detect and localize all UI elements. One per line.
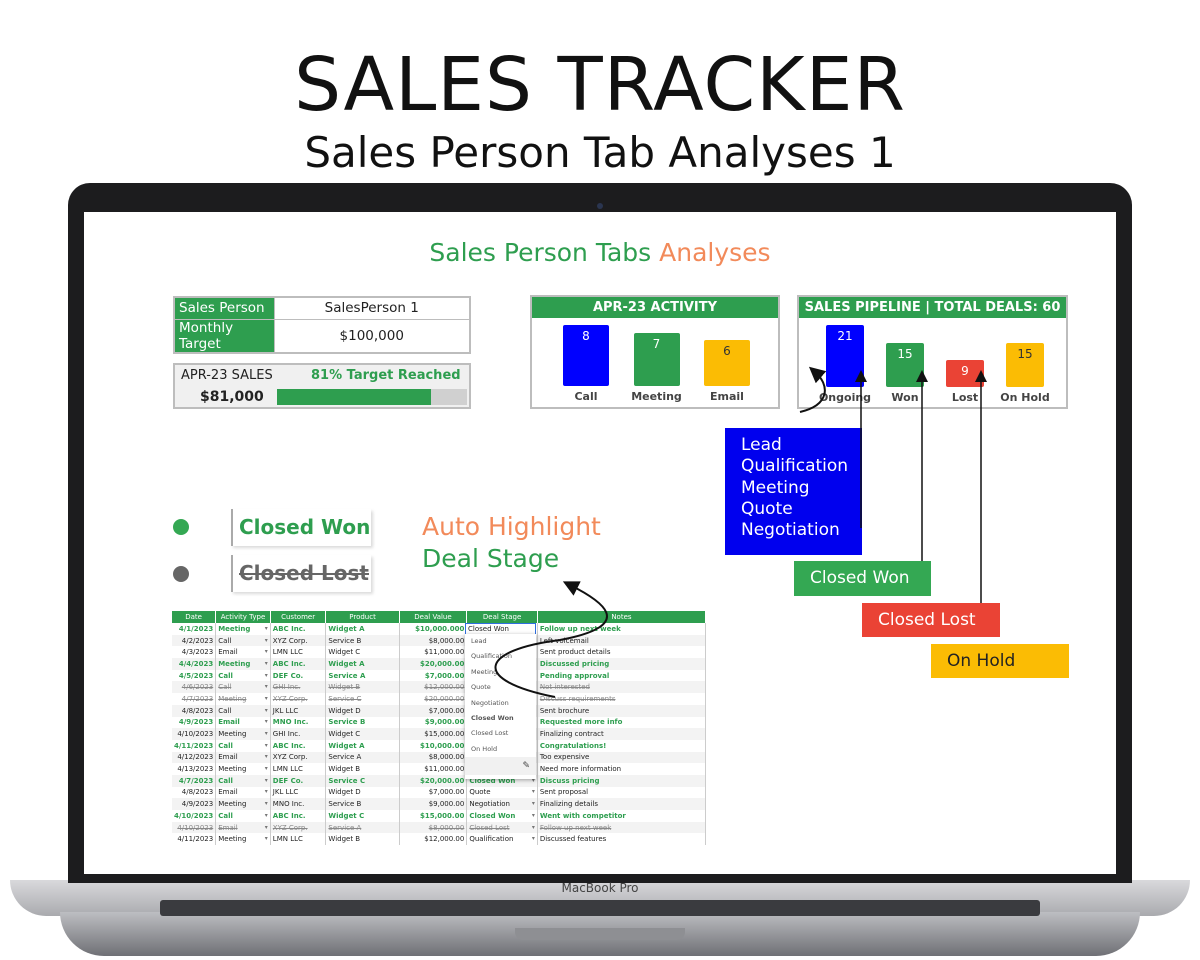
arrows-overlay: [494, 366, 987, 698]
ongoing-arrow: [799, 366, 827, 413]
deal-stage-arrow: [494, 581, 608, 698]
